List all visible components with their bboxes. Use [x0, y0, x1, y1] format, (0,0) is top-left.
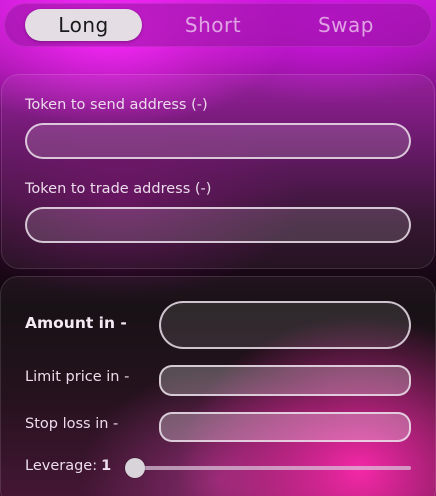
leverage-slider-thumb[interactable] — [125, 458, 145, 478]
leverage-value: 1 — [101, 458, 112, 474]
trade-token-address-label: Token to trade address (-) — [25, 181, 212, 197]
tab-long[interactable]: Long — [25, 9, 142, 41]
amount-label: Amount in - — [25, 314, 127, 332]
tab-short[interactable]: Short — [154, 9, 272, 41]
leverage-label: Leverage: 1 — [25, 458, 111, 474]
send-token-address-label: Token to send address (-) — [25, 97, 208, 113]
tab-swap[interactable]: Swap — [286, 9, 406, 41]
stop-loss-input[interactable] — [159, 412, 411, 442]
trade-token-address-input[interactable] — [25, 207, 411, 243]
limit-price-label: Limit price in - — [25, 369, 130, 385]
trade-mode-tabs: Long Short Swap — [4, 3, 432, 47]
limit-price-input[interactable] — [159, 365, 411, 396]
leverage-label-text: Leverage: — [25, 458, 98, 474]
leverage-slider-track[interactable] — [135, 466, 411, 470]
amount-input[interactable] — [159, 301, 411, 349]
stop-loss-label: Stop loss in - — [25, 416, 119, 432]
send-token-address-input[interactable] — [25, 123, 411, 159]
